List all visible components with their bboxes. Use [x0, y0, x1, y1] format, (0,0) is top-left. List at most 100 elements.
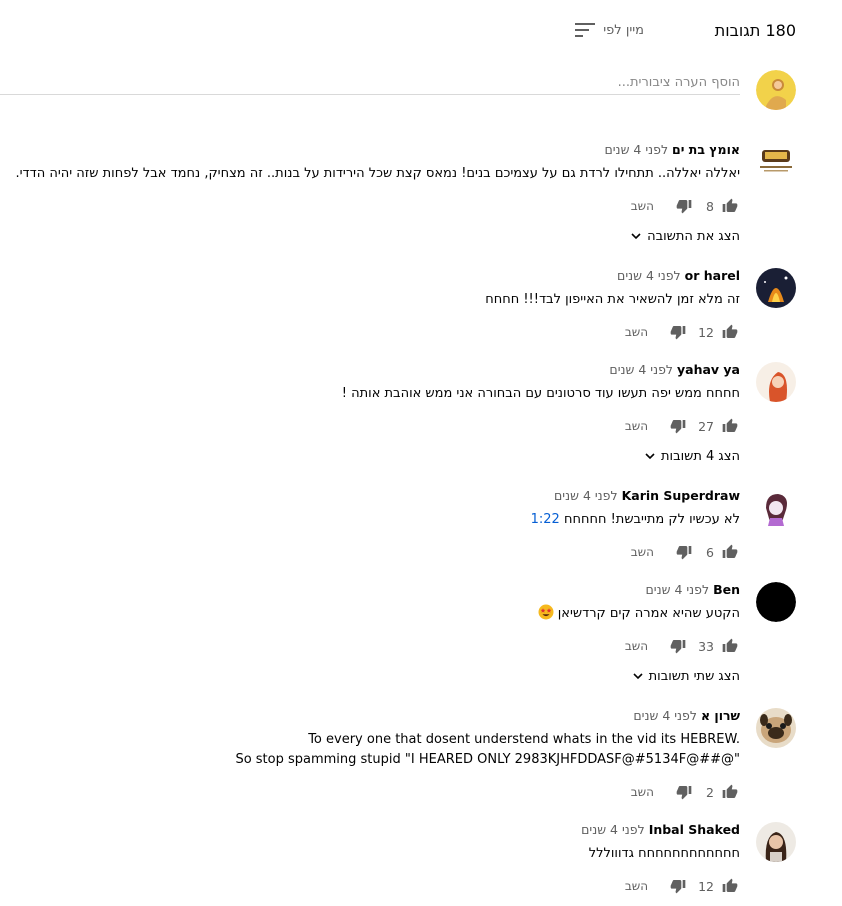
- comment-actions: 27 השב: [0, 414, 740, 438]
- star-struck-emoji-icon: [538, 604, 554, 620]
- reply-button[interactable]: השב: [625, 879, 648, 893]
- comment-time[interactable]: לפני 4 שנים: [609, 362, 673, 377]
- dislike-button[interactable]: [668, 636, 688, 656]
- comment-time[interactable]: לפני 4 שנים: [633, 708, 697, 723]
- thumb-down-icon: [670, 324, 686, 340]
- replies-label: הצג שתי תשובות: [648, 668, 740, 684]
- comment-body: אומץ בת ים לפני 4 שנים יאללה יאללה.. תתחי…: [0, 142, 741, 246]
- like-button[interactable]: [720, 782, 740, 802]
- like-button[interactable]: [720, 636, 740, 656]
- chevron-down-icon: [645, 451, 655, 461]
- comments-header: 180 תגובות מיין לפי: [0, 18, 796, 46]
- reply-button[interactable]: השב: [631, 199, 654, 213]
- replies-label: הצג 4 תשובות: [660, 448, 740, 464]
- reply-button[interactable]: השב: [631, 785, 654, 799]
- view-replies-button[interactable]: הצג את התשובה: [0, 226, 740, 246]
- dislike-button[interactable]: [668, 876, 688, 896]
- comment-body: Karin Superdraw לפני 4 שנים לא עכשיו לק מ…: [0, 488, 740, 564]
- comment-count: 180 תגובות: [714, 21, 796, 40]
- comment-actions: 6 השב: [0, 540, 740, 564]
- avatar[interactable]: [756, 488, 796, 528]
- dislike-button[interactable]: [674, 782, 694, 802]
- avatar: [756, 70, 796, 110]
- comment-text-content: לא עכשיו לק מתייבשת! חחחחח: [563, 512, 740, 527]
- comment-author[interactable]: Inbal Shaked: [649, 822, 740, 837]
- like-count: 27: [698, 418, 714, 434]
- comment-author[interactable]: אומץ בת ים: [672, 142, 740, 157]
- comment-time[interactable]: לפני 4 שנים: [554, 488, 618, 503]
- like-count: 12: [698, 878, 714, 894]
- comment-text: לא עכשיו לק מתייבשת! חחחחח 1:22: [0, 510, 740, 530]
- like-button[interactable]: [720, 876, 740, 896]
- like-count: 12: [698, 324, 714, 340]
- thumb-down-icon: [676, 198, 692, 214]
- comment-time[interactable]: לפני 4 שנים: [604, 142, 668, 157]
- sort-label: מיין לפי: [603, 22, 644, 38]
- reply-button[interactable]: השב: [625, 419, 648, 433]
- avatar[interactable]: [756, 362, 796, 402]
- dislike-button[interactable]: [668, 416, 688, 436]
- thumb-down-icon: [670, 418, 686, 434]
- like-count: 2: [706, 784, 714, 800]
- thumb-up-icon: [722, 324, 738, 340]
- avatar[interactable]: [756, 268, 796, 308]
- comment-actions: 12 השב: [0, 320, 740, 344]
- dislike-button[interactable]: [674, 196, 694, 216]
- like-count: 33: [698, 638, 714, 654]
- view-replies-button[interactable]: הצג שתי תשובות: [0, 666, 740, 686]
- thumb-down-icon: [670, 638, 686, 654]
- like-button[interactable]: [720, 322, 740, 342]
- thumb-up-icon: [722, 418, 738, 434]
- avatar[interactable]: [756, 142, 796, 182]
- thumb-down-icon: [670, 878, 686, 894]
- comment-text-line: So stop spamming stupid "I HEARED ONLY 2…: [235, 752, 740, 767]
- comment-actions: 12 השב: [0, 874, 740, 898]
- comment-time[interactable]: לפני 4 שנים: [617, 268, 681, 283]
- thumb-down-icon: [676, 544, 692, 560]
- comment-time[interactable]: לפני 4 שנים: [646, 582, 710, 597]
- comment-author[interactable]: שרון א: [701, 708, 740, 723]
- comment-actions: 2 השב: [0, 780, 740, 804]
- comment-text-content: הקטע שהיא אמרה קים קרדשיאן: [557, 606, 740, 621]
- comment-author[interactable]: Karin Superdraw: [622, 488, 740, 503]
- thumb-down-icon: [676, 784, 692, 800]
- comment-author[interactable]: Ben: [713, 582, 740, 597]
- timestamp-link[interactable]: 1:22: [531, 512, 560, 527]
- thumb-up-icon: [722, 198, 738, 214]
- sort-button[interactable]: מיין לפי: [575, 22, 644, 38]
- like-count: 8: [706, 198, 714, 214]
- like-button[interactable]: [720, 416, 740, 436]
- comment-body: Inbal Shaked לפני 4 שנים חחחחחחחחחחחח גדו…: [0, 822, 740, 898]
- avatar[interactable]: [756, 708, 796, 748]
- comment-text: הקטע שהיא אמרה קים קרדשיאן: [0, 604, 740, 624]
- comment-body: שרון א לפני 4 שנים To every one that dose…: [0, 708, 740, 804]
- comment-author[interactable]: yahav ya: [677, 362, 740, 377]
- comment-text: To every one that dosent understend what…: [0, 730, 740, 770]
- comment-author[interactable]: or harel: [685, 268, 740, 283]
- like-button[interactable]: [720, 196, 740, 216]
- thumb-up-icon: [722, 784, 738, 800]
- comment-text: יאללה יאללה.. תתחילו לרדת גם על עצמיכם ב…: [15, 166, 741, 181]
- like-count: 6: [706, 544, 714, 560]
- sort-icon: [575, 22, 596, 38]
- comment-body: or harel לפני 4 שנים זה מלא זמן להשאיר את…: [0, 268, 740, 344]
- dislike-button[interactable]: [674, 542, 694, 562]
- reply-button[interactable]: השב: [625, 639, 648, 653]
- avatar[interactable]: [756, 582, 796, 622]
- chevron-down-icon: [633, 671, 643, 681]
- view-replies-button[interactable]: הצג 4 תשובות: [0, 446, 740, 466]
- thumb-up-icon: [722, 544, 738, 560]
- comment-body: Benלפני 4 שנים הקטע שהיא אמרה קים קרדשיא…: [0, 582, 740, 686]
- like-button[interactable]: [720, 542, 740, 562]
- chevron-down-icon: [631, 231, 641, 241]
- comment-actions: 33 השב: [0, 634, 740, 658]
- add-comment-row: [0, 70, 796, 110]
- add-comment-input[interactable]: [0, 70, 740, 95]
- comment-text: חחחחחחחחחחחח גדוווללל: [588, 846, 740, 861]
- reply-button[interactable]: השב: [631, 545, 654, 559]
- thumb-up-icon: [722, 878, 738, 894]
- avatar[interactable]: [756, 822, 796, 862]
- reply-button[interactable]: השב: [625, 325, 648, 339]
- comment-time[interactable]: לפני 4 שנים: [581, 822, 645, 837]
- dislike-button[interactable]: [668, 322, 688, 342]
